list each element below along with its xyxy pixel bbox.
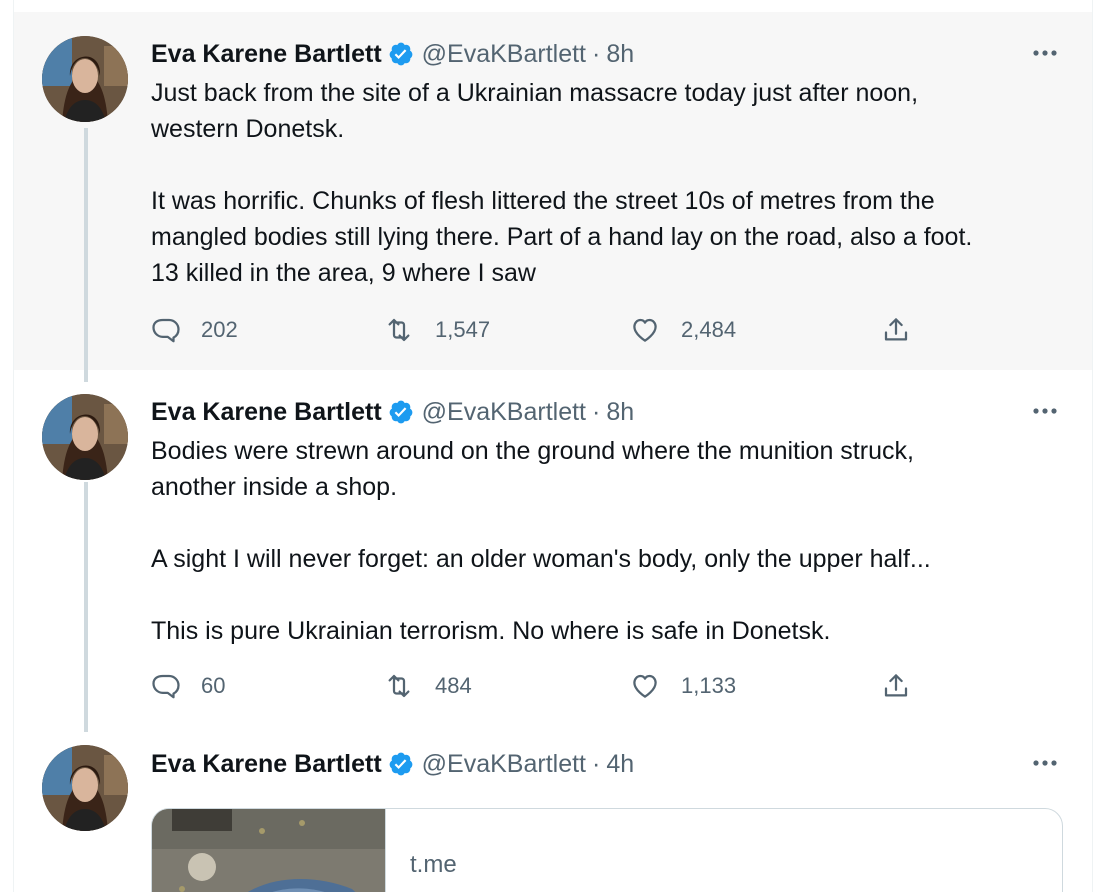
heart-icon (629, 315, 661, 345)
thread-connector-line (84, 482, 88, 732)
retweet-button[interactable]: 1,547 (383, 310, 490, 350)
share-button[interactable] (881, 310, 911, 350)
reply-button[interactable]: 202 (151, 310, 238, 350)
reply-button[interactable]: 60 (151, 666, 225, 706)
link-card[interactable]: t.me (151, 808, 1063, 892)
separator-dot: · (592, 39, 601, 68)
author-handle[interactable]: @EvaKBartlett (422, 40, 586, 69)
verified-badge-icon (388, 41, 414, 67)
tweet-timestamp[interactable]: 8h (606, 40, 634, 69)
tweet-paragraph: Bodies were strewn around on the ground … (151, 437, 914, 501)
tweet-header: Eva Karene Bartlett @EvaKBartlett · 8h (151, 395, 634, 429)
like-button[interactable]: 1,133 (629, 666, 736, 706)
tweet-actions: 202 1,547 2,484 (151, 310, 1051, 350)
retweet-icon (383, 315, 415, 345)
author-name[interactable]: Eva Karene Bartlett (151, 40, 382, 69)
like-count: 1,133 (681, 673, 737, 698)
tweet-paragraph: It was horrific. Chunks of flesh littere… (151, 187, 973, 287)
heart-icon (629, 671, 661, 701)
share-icon (881, 670, 911, 702)
tweet-header: Eva Karene Bartlett @EvaKBartlett · 8h (151, 37, 634, 71)
author-handle[interactable]: @EvaKBartlett (422, 750, 586, 779)
author-name[interactable]: Eva Karene Bartlett (151, 398, 382, 427)
tweet-timestamp[interactable]: 8h (606, 398, 634, 427)
tweet[interactable]: Eva Karene Bartlett @EvaKBartlett · 4h t… (14, 730, 1092, 892)
retweet-count: 484 (435, 673, 472, 698)
tweet[interactable]: Eva Karene Bartlett @EvaKBartlett · 8h B… (14, 370, 1092, 732)
timeline-thread: Eva Karene Bartlett @EvaKBartlett · 8h J… (13, 0, 1093, 892)
reply-count: 202 (201, 317, 238, 342)
more-horizontal-icon[interactable] (1030, 398, 1060, 424)
verified-badge-icon (388, 399, 414, 425)
tweet-actions: 60 484 1,133 (151, 666, 1051, 706)
tweet-text: Just back from the site of a Ukrainian m… (151, 75, 1061, 291)
tweet-timestamp[interactable]: 4h (606, 750, 634, 779)
link-card-thumbnail (152, 809, 386, 892)
author-handle[interactable]: @EvaKBartlett (422, 398, 586, 427)
like-count: 2,484 (681, 317, 737, 342)
reply-icon (151, 671, 181, 701)
tweet-header: Eva Karene Bartlett @EvaKBartlett · 4h (151, 747, 634, 781)
reply-count: 60 (201, 673, 226, 698)
separator-dot: · (592, 397, 601, 426)
tweet[interactable]: Eva Karene Bartlett @EvaKBartlett · 8h J… (14, 12, 1092, 382)
tweet-paragraph: Just back from the site of a Ukrainian m… (151, 79, 919, 143)
avatar[interactable] (42, 394, 128, 480)
thread-connector-line (84, 128, 88, 382)
reply-icon (151, 315, 181, 345)
author-name[interactable]: Eva Karene Bartlett (151, 750, 382, 779)
tweet-paragraph: This is pure Ukrainian terrorism. No whe… (151, 617, 831, 645)
avatar[interactable] (42, 36, 128, 122)
share-icon (881, 314, 911, 346)
link-card-domain: t.me (410, 851, 457, 878)
more-horizontal-icon[interactable] (1030, 40, 1060, 66)
avatar[interactable] (42, 745, 128, 831)
tweet-paragraph: A sight I will never forget: an older wo… (151, 545, 931, 573)
like-button[interactable]: 2,484 (629, 310, 736, 350)
tweet-text: Bodies were strewn around on the ground … (151, 433, 1061, 649)
retweet-count: 1,547 (435, 317, 491, 342)
share-button[interactable] (881, 666, 911, 706)
more-horizontal-icon[interactable] (1030, 750, 1060, 776)
separator-dot: · (592, 749, 601, 778)
retweet-icon (383, 671, 415, 701)
retweet-button[interactable]: 484 (383, 666, 472, 706)
verified-badge-icon (388, 751, 414, 777)
